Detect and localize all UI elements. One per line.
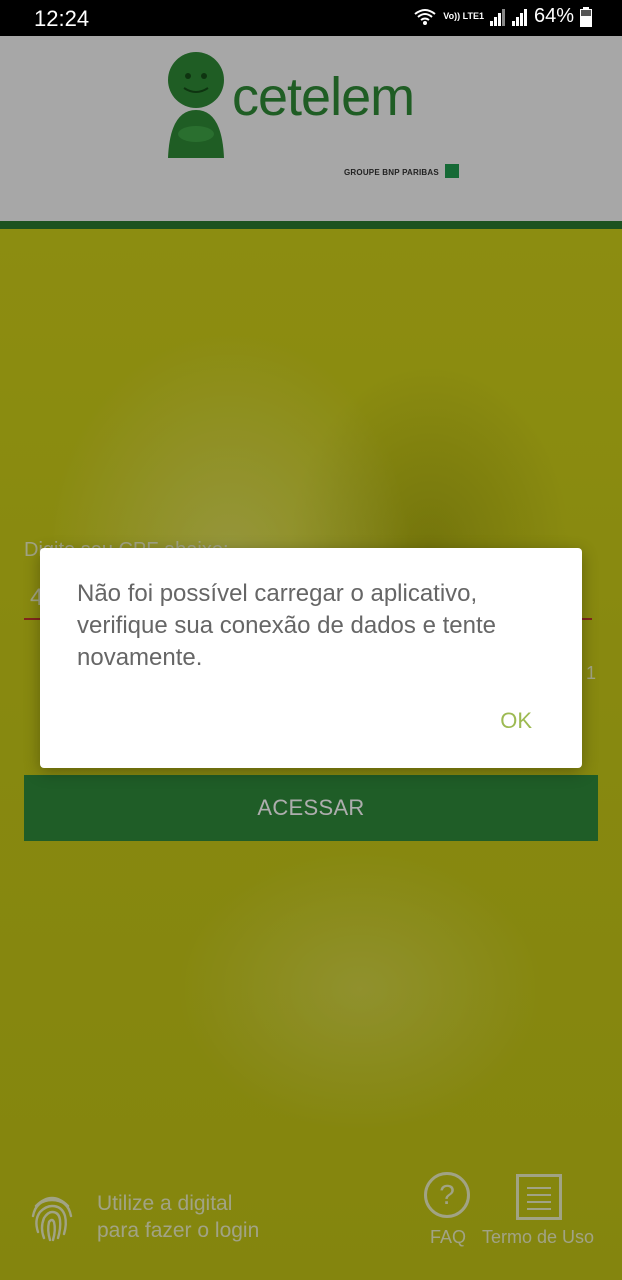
battery-icon <box>580 6 592 27</box>
error-dialog: Não foi possível carregar o aplicativo, … <box>40 548 582 768</box>
battery-percent: 64% <box>533 5 574 27</box>
status-icons: Vo)) LTE1 64% <box>413 5 592 28</box>
ok-button[interactable]: OK <box>500 708 532 734</box>
signal-icon <box>489 8 506 26</box>
status-bar: 12:24 Vo)) LTE1 64% <box>0 0 622 36</box>
network-type-label: Vo)) LTE1 <box>443 11 484 21</box>
signal-icon <box>511 8 528 26</box>
status-time: 12:24 <box>34 6 90 31</box>
wifi-icon <box>413 8 437 26</box>
dialog-message: Não foi possível carregar o aplicativo, … <box>77 580 496 671</box>
